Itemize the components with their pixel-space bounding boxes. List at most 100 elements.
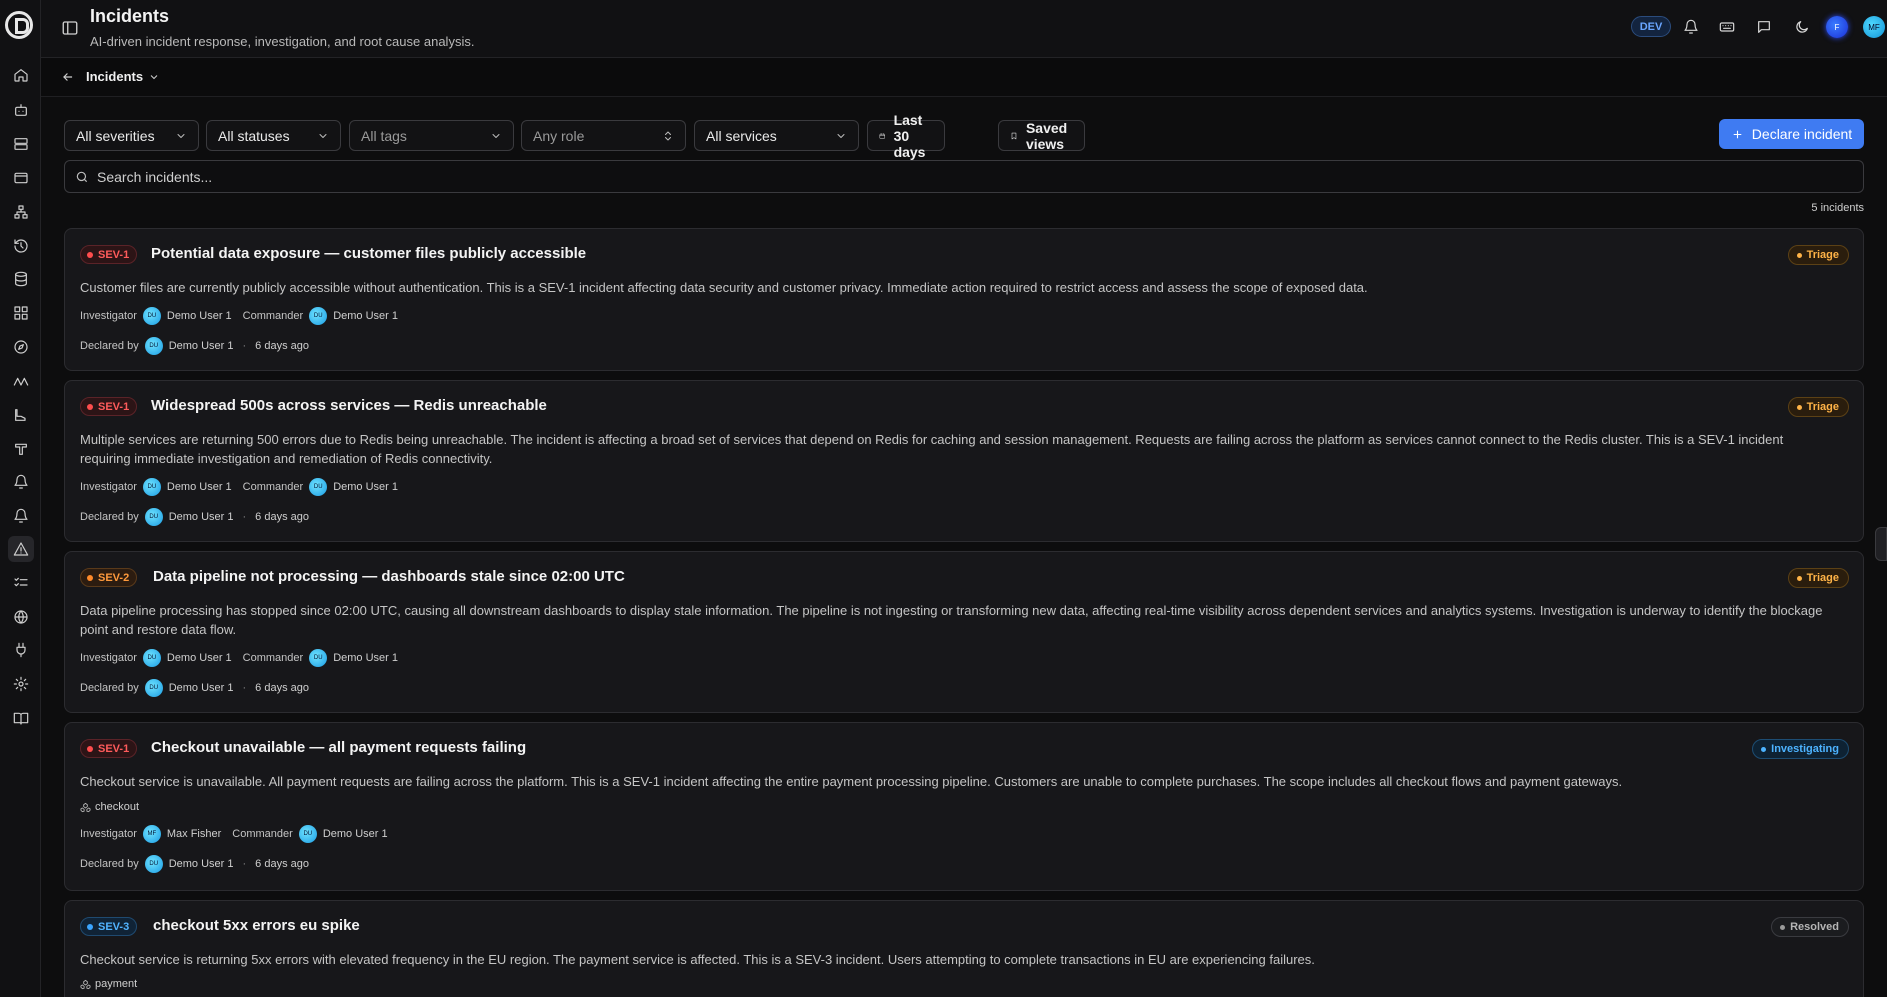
investigator-name[interactable]: Demo User 1 [167,310,232,322]
investigator-avatar: DU [142,649,161,667]
sidebar-toggle-icon[interactable] [61,19,79,37]
declare-incident-button[interactable]: Declare incident [1719,119,1864,149]
book-icon[interactable] [8,705,34,731]
incident-card[interactable]: SEV-1 Widespread 500s across services — … [64,380,1864,542]
side-panel-handle[interactable] [1875,527,1887,561]
severity-label: SEV-1 [98,742,130,755]
plus-icon [1733,130,1742,138]
globe-icon[interactable] [8,604,34,630]
investigator-avatar: DU [142,307,161,325]
chat-icon[interactable] [1754,17,1774,37]
declared-by-avatar: DU [144,508,163,526]
search-input[interactable] [97,168,1797,185]
theme-moon-icon[interactable] [1792,17,1812,37]
incident-title[interactable]: Widespread 500s across services — Redis … [151,397,547,414]
topology-icon[interactable] [8,199,34,225]
database-icon[interactable] [8,266,34,292]
page-title: Incidents [90,6,170,26]
severity-badge: SEV-1 [80,397,138,416]
commander-avatar: DU [298,825,317,843]
declared-row: Declared by DU Demo User 1 · 6 days ago [80,854,309,874]
commander-name[interactable]: Demo User 1 [323,828,388,840]
investigator-name[interactable]: Max Fisher [167,828,221,840]
incident-description: Checkout service is unavailable. All pay… [80,774,1623,789]
saved-views-button[interactable]: Saved views [998,119,1086,152]
chevron-down-icon [492,133,500,138]
declared-by-avatar: DU [144,337,163,355]
brand-t-icon[interactable] [8,436,34,462]
incident-card[interactable]: SEV-3 checkout 5xx errors eu spike Resol… [64,900,1864,997]
chevron-down-icon [177,133,185,138]
status-badge: Resolved [1771,917,1849,937]
commander-label: Commander [242,652,304,664]
incident-card[interactable]: SEV-2 Data pipeline not processing — das… [64,551,1864,713]
roles-row: Investigator DU Demo User 1 Commander DU… [80,648,398,668]
user-avatar[interactable]: MF [1863,16,1885,38]
severity-dot [87,403,93,410]
declared-time: 6 days ago [255,340,309,352]
severity-badge: SEV-3 [80,917,138,936]
bell-icon[interactable] [8,469,34,495]
investigator-avatar: MF [142,825,161,843]
incident-title[interactable]: Checkout unavailable — all payment reque… [151,739,526,756]
incidents-warning-icon[interactable] [8,536,34,562]
incident-card[interactable]: SEV-1 Checkout unavailable — all payment… [64,722,1864,891]
investigator-label: Investigator [80,652,137,664]
incident-card[interactable]: SEV-1 Potential data exposure — customer… [64,228,1864,371]
date-range-button[interactable]: Last 30 days [867,112,945,160]
app-logo[interactable] [5,11,33,39]
settings-gear-icon[interactable] [8,671,34,697]
commander-avatar: DU [309,307,328,325]
declared-time: 6 days ago [255,858,309,870]
plug-icon[interactable] [8,637,34,663]
compass-icon[interactable] [8,334,34,360]
bookmark-icon [1011,132,1017,139]
commander-label: Commander [242,310,304,322]
servers-icon[interactable] [8,131,34,157]
severity-filter[interactable]: All severities [64,120,199,151]
apps-grid-icon[interactable] [8,300,34,326]
commander-name[interactable]: Demo User 1 [333,481,398,493]
boot-icon[interactable] [8,402,34,428]
alert-bell-icon[interactable] [8,503,34,529]
service-tag[interactable]: checkout [80,801,139,813]
roles-row: Investigator MF Max Fisher Commander DU … [80,824,388,844]
role-filter-label: Any role [533,127,585,144]
declared-by-avatar: DU [144,679,163,697]
investigator-name[interactable]: Demo User 1 [167,652,232,664]
commander-name[interactable]: Demo User 1 [333,652,398,664]
notifications-bell-icon[interactable] [1681,17,1701,37]
status-badge: Triage [1787,568,1849,588]
role-filter[interactable]: Any role [521,120,686,151]
declared-time: 6 days ago [255,682,309,694]
tags-filter[interactable]: All tags [349,120,514,151]
chevron-up-down-icon [665,131,671,140]
incident-title[interactable]: checkout 5xx errors eu spike [153,917,360,934]
severity-badge: SEV-2 [80,568,138,587]
services-filter-label: All services [706,127,777,144]
keyboard-icon[interactable] [1717,17,1737,37]
incident-description: Data pipeline processing has stopped sin… [80,603,1823,637]
calendar-icon [879,132,885,139]
saved-views-label: Saved views [1025,119,1068,152]
back-arrow-icon[interactable] [61,70,75,84]
logo-mark-icon[interactable] [8,368,34,394]
severity-badge: SEV-1 [80,245,138,264]
investigator-name[interactable]: Demo User 1 [167,481,232,493]
history-icon[interactable] [8,233,34,259]
breadcrumb[interactable]: Incidents [86,69,160,84]
commander-name[interactable]: Demo User 1 [333,310,398,322]
status-filter[interactable]: All statuses [206,120,341,151]
checklist-icon[interactable] [8,570,34,596]
commander-label: Commander [242,481,304,493]
status-label: Triage [1806,401,1839,413]
incident-title[interactable]: Potential data exposure — customer files… [151,245,586,262]
incident-title[interactable]: Data pipeline not processing — dashboard… [153,568,625,585]
workspace-avatar[interactable]: F [1826,16,1848,38]
severity-badge: SEV-1 [80,739,138,758]
service-tag[interactable]: payment [80,978,137,990]
bot-icon[interactable] [8,97,34,123]
home-icon[interactable] [8,62,34,88]
services-filter[interactable]: All services [694,120,859,151]
window-icon[interactable] [8,165,34,191]
